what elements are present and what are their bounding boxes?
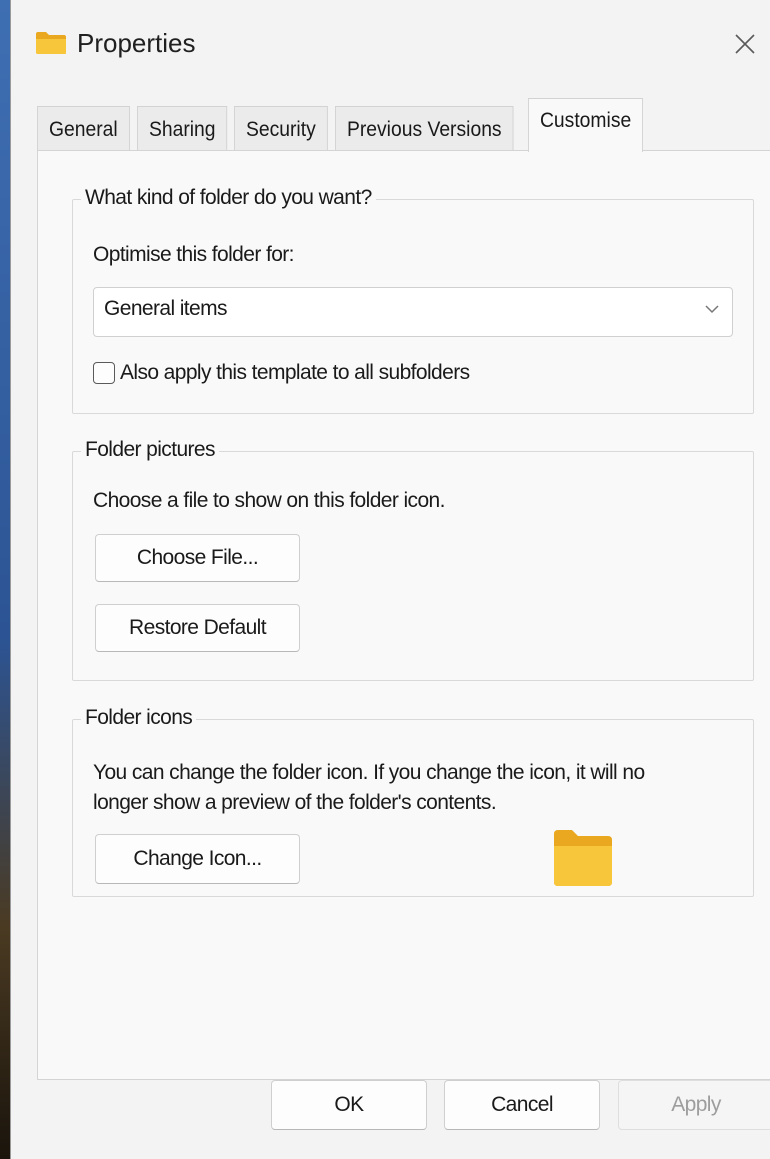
folder-pictures-legend: Folder pictures [81,438,219,462]
folder-icons-description-line1: You can change the folder icon. If you c… [93,761,645,784]
apply-button[interactable]: Apply [618,1080,770,1130]
folder-pictures-group: Folder pictures Choose a file to show on… [72,438,754,681]
choose-file-button[interactable]: Choose File... [95,534,300,582]
title-bar: Properties [11,0,770,92]
tab-customise[interactable]: Customise [528,98,644,152]
apply-subfolders-label: Also apply this template to all subfolde… [120,361,470,384]
change-icon-button[interactable]: Change Icon... [95,834,300,884]
tab-sharing[interactable]: Sharing [136,106,228,152]
close-button[interactable] [725,22,765,66]
window-title: Properties [77,28,196,58]
optimise-dropdown-value: General items [104,297,228,320]
folder-type-legend: What kind of folder do you want? [81,186,376,210]
optimise-label: Optimise this folder for: [93,243,295,266]
optimise-dropdown[interactable]: General items [93,287,733,337]
tab-previous-versions[interactable]: Previous Versions [334,106,514,152]
cancel-button[interactable]: Cancel [444,1080,600,1130]
folder-icon [554,830,612,886]
close-icon [735,34,755,54]
ok-button[interactable]: OK [271,1080,427,1130]
apply-subfolders-checkbox[interactable] [93,362,115,384]
folder-icons-description-line2: longer show a preview of the folder's co… [93,791,497,814]
folder-icon [36,32,66,54]
folder-icons-group: Folder icons You can change the folder i… [72,706,754,897]
dialog-footer: OK Cancel Apply [11,1080,770,1159]
properties-dialog: Properties General Sharing Security Prev… [10,0,770,1159]
tab-strip: General Sharing Security Previous Versio… [37,98,652,152]
customise-panel: What kind of folder do you want? Optimis… [37,150,770,1080]
tab-general[interactable]: General [37,106,130,152]
tab-security[interactable]: Security [234,106,328,152]
folder-type-group: What kind of folder do you want? Optimis… [72,186,754,414]
restore-default-button[interactable]: Restore Default [95,604,300,652]
folder-icons-legend: Folder icons [81,706,197,730]
chevron-down-icon [705,305,719,314]
folder-pictures-description: Choose a file to show on this folder ico… [93,489,445,512]
